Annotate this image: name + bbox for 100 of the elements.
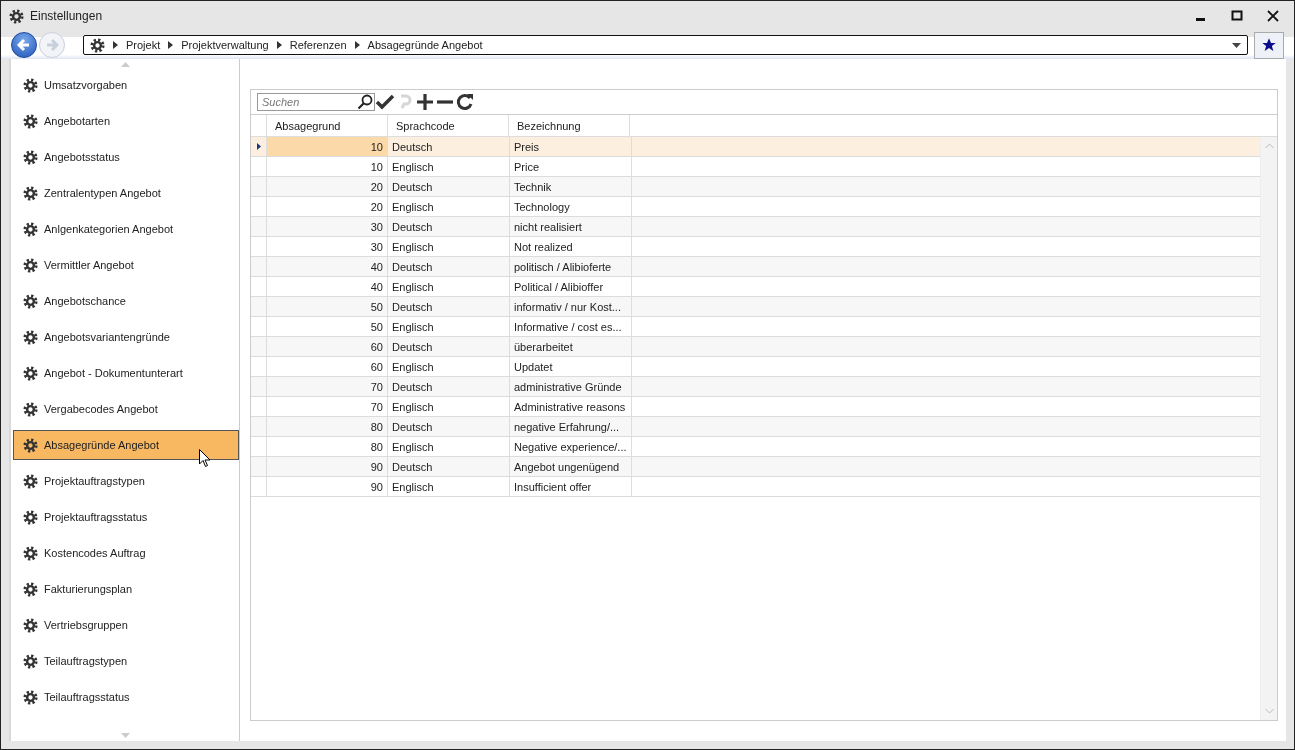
table-row[interactable]: 10 Deutsch Preis: [251, 137, 1260, 157]
table-row[interactable]: 70 Deutsch administrative Gründe: [251, 377, 1260, 397]
table-row[interactable]: 90 Deutsch Angebot ungenügend: [251, 457, 1260, 477]
sidebar-item[interactable]: Teilauftragstypen: [13, 646, 239, 676]
table-cell: Englisch: [388, 477, 510, 496]
favorite-button[interactable]: [1254, 31, 1284, 59]
table-cell: 60: [267, 357, 388, 376]
table-cell: administrative Gründe: [510, 377, 632, 396]
table-cell: Englisch: [388, 437, 510, 456]
table-cell: Preis: [510, 137, 632, 156]
table-cell: Englisch: [388, 197, 510, 216]
table-cell: 30: [267, 237, 388, 256]
breadcrumb-item[interactable]: Projekt: [126, 39, 161, 51]
left-arrow-icon[interactable]: [17, 38, 31, 52]
column-header[interactable]: Absagegrund: [267, 115, 388, 136]
column-header[interactable]: Sprachcode: [388, 115, 509, 136]
table-cell: 60: [267, 337, 388, 356]
table-row[interactable]: 20 Deutsch Technik: [251, 177, 1260, 197]
sidebar-item[interactable]: Kostencodes Auftrag: [13, 538, 239, 568]
dropdown-icon[interactable]: [1232, 42, 1241, 48]
table-cell: nicht realisiert: [510, 217, 632, 236]
settings-icon: [23, 257, 38, 273]
sidebar-item[interactable]: Angebotarten: [13, 106, 239, 136]
table-cell: Price: [510, 157, 632, 176]
settings-icon: [23, 185, 38, 201]
sidebar-item[interactable]: Projektauftragsstatus: [13, 502, 239, 532]
table-row[interactable]: 30 Deutsch nicht realisiert: [251, 217, 1260, 237]
table-cell: Deutsch: [388, 337, 510, 356]
sidebar-item[interactable]: Absagegründe Angebot: [13, 430, 239, 460]
sidebar-item[interactable]: Angebotsvariantengründe: [13, 322, 239, 352]
caret-icon: [276, 41, 282, 49]
sidebar-item[interactable]: Vermittler Angebot: [13, 250, 239, 280]
table-cell: Deutsch: [388, 457, 510, 476]
table-cell: 20: [267, 177, 388, 196]
settings-icon: [23, 581, 38, 597]
search-icon[interactable]: [357, 94, 373, 110]
sidebar-item[interactable]: Teilauftragsstatus: [13, 682, 239, 712]
refresh-icon[interactable]: [455, 92, 475, 112]
table-cell: Deutsch: [388, 217, 510, 236]
sidebar-item[interactable]: Angebotsstatus: [13, 142, 239, 172]
sidebar-item[interactable]: Umsatzvorgaben: [13, 70, 239, 100]
maximize-icon[interactable]: [1231, 10, 1243, 22]
table-cell: 30: [267, 217, 388, 236]
breadcrumb-item[interactable]: Absagegründe Angebot: [367, 39, 483, 51]
column-header[interactable]: Bezeichnung: [509, 115, 630, 136]
table-cell: Informative / cost es...: [510, 317, 632, 336]
table-cell: 50: [267, 317, 388, 336]
table-cell: 40: [267, 277, 388, 296]
breadcrumb-item[interactable]: Referenzen: [289, 39, 347, 51]
close-icon[interactable]: [1267, 10, 1279, 22]
table-row[interactable]: 80 Deutsch negative Erfahrung/...: [251, 417, 1260, 437]
sidebar-item[interactable]: Fakturierungsplan: [13, 574, 239, 604]
settings-icon: [23, 437, 38, 453]
table-row[interactable]: 50 Deutsch informativ / nur Kost...: [251, 297, 1260, 317]
row-pointer-icon: [256, 143, 261, 150]
star-icon[interactable]: [1261, 37, 1277, 53]
settings-icon: [23, 149, 38, 165]
table-cell: Not realized: [510, 237, 632, 256]
plus-icon[interactable]: [415, 92, 435, 112]
table-cell: 10: [267, 157, 388, 176]
settings-icon: [23, 221, 38, 237]
sidebar-item[interactable]: Projektauftragstypen: [13, 466, 239, 496]
sidebar-item[interactable]: Angebot - Dokumentunterart: [13, 358, 239, 388]
sidebar-item[interactable]: Vertriebsgruppen: [13, 610, 239, 640]
table-cell: Englisch: [388, 397, 510, 416]
caret-icon: [113, 41, 118, 49]
table-cell: überarbeitet: [510, 337, 632, 356]
table-cell: Englisch: [388, 317, 510, 336]
sidebar-item[interactable]: Angebotschance: [13, 286, 239, 316]
table-cell: 90: [267, 477, 388, 496]
checkmark-icon[interactable]: [375, 92, 395, 112]
table-cell: Insufficient offer: [510, 477, 632, 496]
table-cell: Deutsch: [388, 137, 510, 156]
table-cell: 50: [267, 297, 388, 316]
settings-icon: [90, 37, 105, 53]
sidebar-item[interactable]: Zentralentypen Angebot: [13, 178, 239, 208]
table-row[interactable]: 90 Englisch Insufficient offer: [251, 477, 1260, 497]
settings-icon: [23, 689, 38, 705]
table-cell: 90: [267, 457, 388, 476]
table-cell: Updatet: [510, 357, 632, 376]
table-row[interactable]: 40 Deutsch politisch / Alibioferte: [251, 257, 1260, 277]
table-cell: Technology: [510, 197, 632, 216]
settings-icon: [23, 329, 38, 345]
breadcrumb-bar[interactable]: Projekt Projektverwaltung Referenzen Absagegründe Angebot: [83, 35, 1248, 55]
table-cell: negative Erfahrung/...: [510, 417, 632, 436]
table-cell: 70: [267, 397, 388, 416]
table-cell: Angebot ungenügend: [510, 457, 632, 476]
settings-icon: [23, 365, 38, 381]
settings-icon: [9, 8, 24, 24]
search-field[interactable]: Suchen: [257, 93, 375, 111]
sidebar-item[interactable]: Vergabecodes Angebot: [13, 394, 239, 424]
sidebar-item[interactable]: Anlgenkategorien Angebot: [13, 214, 239, 244]
breadcrumb-item[interactable]: Projektverwaltung: [181, 39, 269, 51]
table-cell: 80: [267, 417, 388, 436]
settings-icon: [23, 113, 38, 129]
table-cell: informativ / nur Kost...: [510, 297, 632, 316]
table-row[interactable]: 60 Deutsch überarbeitet: [251, 337, 1260, 357]
table-cell: 80: [267, 437, 388, 456]
back-button[interactable]: [11, 32, 37, 58]
mouse-cursor-icon: [199, 449, 211, 468]
